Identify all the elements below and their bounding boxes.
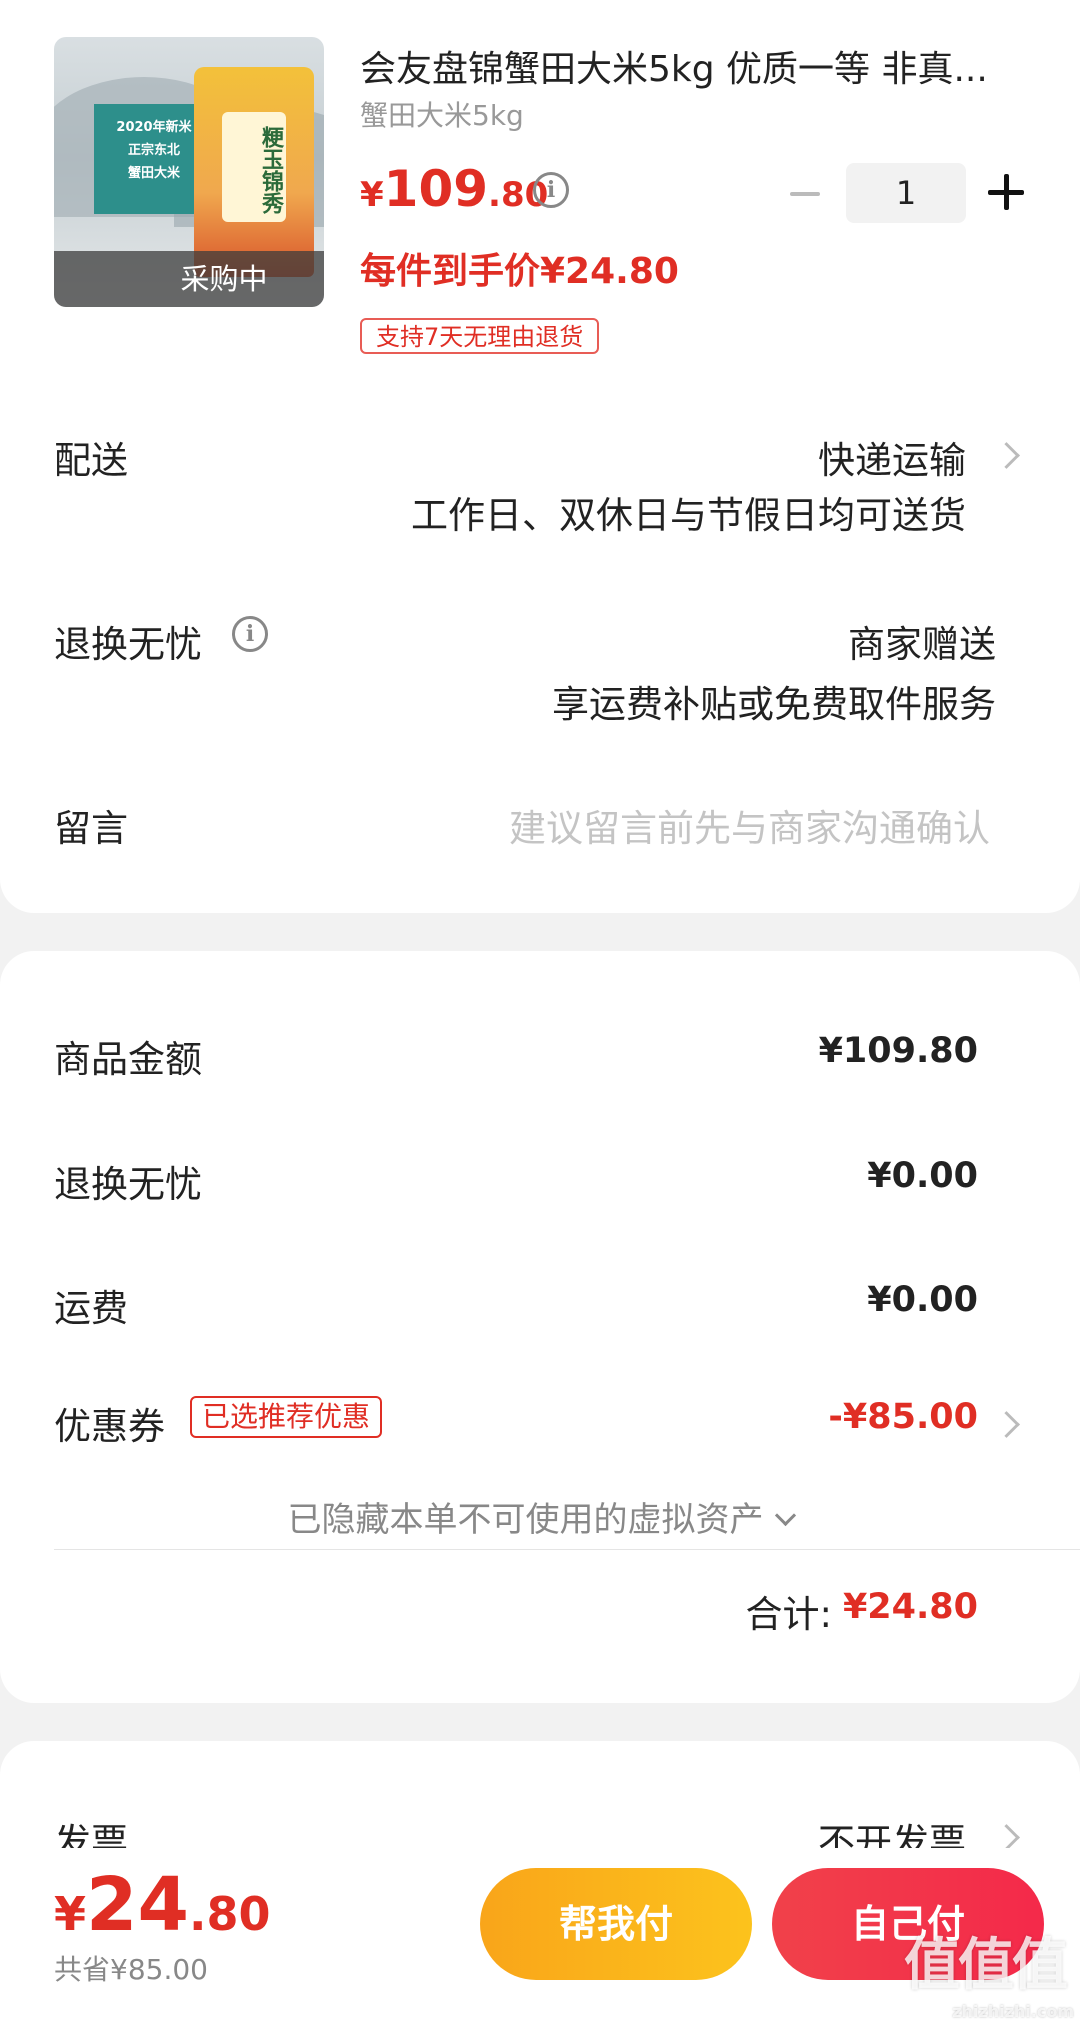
- delivery-note: 工作日、双休日与节假日均可送货: [411, 494, 966, 537]
- delivery-label: 配送: [54, 439, 128, 482]
- worry-free-note: 享运费补贴或免费取件服务: [552, 683, 996, 726]
- coupon-value[interactable]: -¥85.00: [828, 1397, 978, 1437]
- worry-free-label: 退换无忧: [54, 623, 202, 666]
- goods-amount-label: 商品金额: [54, 1038, 202, 1081]
- order-item-card: 2020年新米 正宗东北 蟹田大米 粳玉锦秀 采购中 会友盘锦蟹田大米5kg 优…: [0, 0, 1080, 913]
- divider: [54, 1549, 1080, 1550]
- product-thumbnail[interactable]: 2020年新米 正宗东北 蟹田大米 粳玉锦秀 采购中: [54, 37, 324, 307]
- goods-amount-value: ¥109.80: [818, 1031, 978, 1071]
- hidden-assets-text: 已隐藏本单不可使用的虚拟资产: [287, 1500, 764, 1540]
- delivery-method[interactable]: 快递运输: [818, 430, 966, 484]
- total-label: 合计:: [745, 1593, 832, 1636]
- price-currency: ¥: [360, 175, 384, 215]
- product-spec: 蟹田大米5kg: [360, 99, 524, 132]
- shipping-fee-label: 运费: [54, 1287, 128, 1330]
- watermark-site: zhizhizhi.com: [952, 2002, 1074, 2021]
- shipping-fee-value: ¥0.00: [867, 1280, 978, 1320]
- price-integer: 109: [383, 160, 489, 218]
- quantity-decrease-button[interactable]: [788, 176, 822, 210]
- price-info-icon[interactable]: i: [533, 172, 569, 208]
- message-label: 留言: [54, 807, 128, 850]
- saved-amount: 共省¥85.00: [54, 1953, 208, 1986]
- pay-for-me-button[interactable]: 帮我付: [480, 1868, 752, 1980]
- worry-free-info-icon[interactable]: i: [232, 616, 268, 652]
- quantity-input[interactable]: 1: [846, 163, 966, 223]
- total-pay-price: ¥24.80: [54, 1862, 271, 1948]
- message-input[interactable]: 建议留言前先与商家沟通确认: [509, 798, 990, 852]
- watermark-logo: 值值值: [904, 1933, 1068, 1998]
- return-policy-tag: 支持7天无理由退货: [360, 318, 600, 354]
- bag-label: 粳玉锦秀: [222, 112, 286, 222]
- quantity-increase-button[interactable]: [988, 174, 1024, 210]
- worry-free-fee-value: ¥0.00: [867, 1156, 978, 1196]
- total-value: ¥24.80: [842, 1587, 978, 1627]
- price-currency: ¥: [54, 1887, 87, 1941]
- unit-final-price: 每件到手价¥24.80: [360, 251, 679, 292]
- worry-free-fee-label: 退换无忧: [54, 1163, 202, 1206]
- product-title[interactable]: 会友盘锦蟹田大米5kg 优质一等 非真...: [360, 40, 1030, 92]
- price-integer: 24: [86, 1862, 189, 1948]
- checkout-bar: ¥24.80 共省¥85.00 帮我付 自己付 值值值 zhizhizhi.co…: [0, 1848, 1080, 2031]
- price-decimal: .80: [189, 1887, 271, 1941]
- chevron-right-icon[interactable]: [993, 442, 1020, 469]
- coupon-label: 优惠券: [54, 1405, 165, 1448]
- hidden-assets-toggle[interactable]: 已隐藏本单不可使用的虚拟资产: [0, 1492, 1080, 1541]
- worry-free-value: 商家赠送: [848, 623, 996, 666]
- product-price: ¥109.80: [360, 160, 548, 218]
- chevron-down-icon: [774, 1504, 796, 1527]
- rice-bag-image: 粳玉锦秀: [194, 67, 314, 277]
- coupon-recommended-tag: 已选推荐优惠: [190, 1396, 383, 1438]
- purchasing-badge: 采购中: [54, 251, 324, 307]
